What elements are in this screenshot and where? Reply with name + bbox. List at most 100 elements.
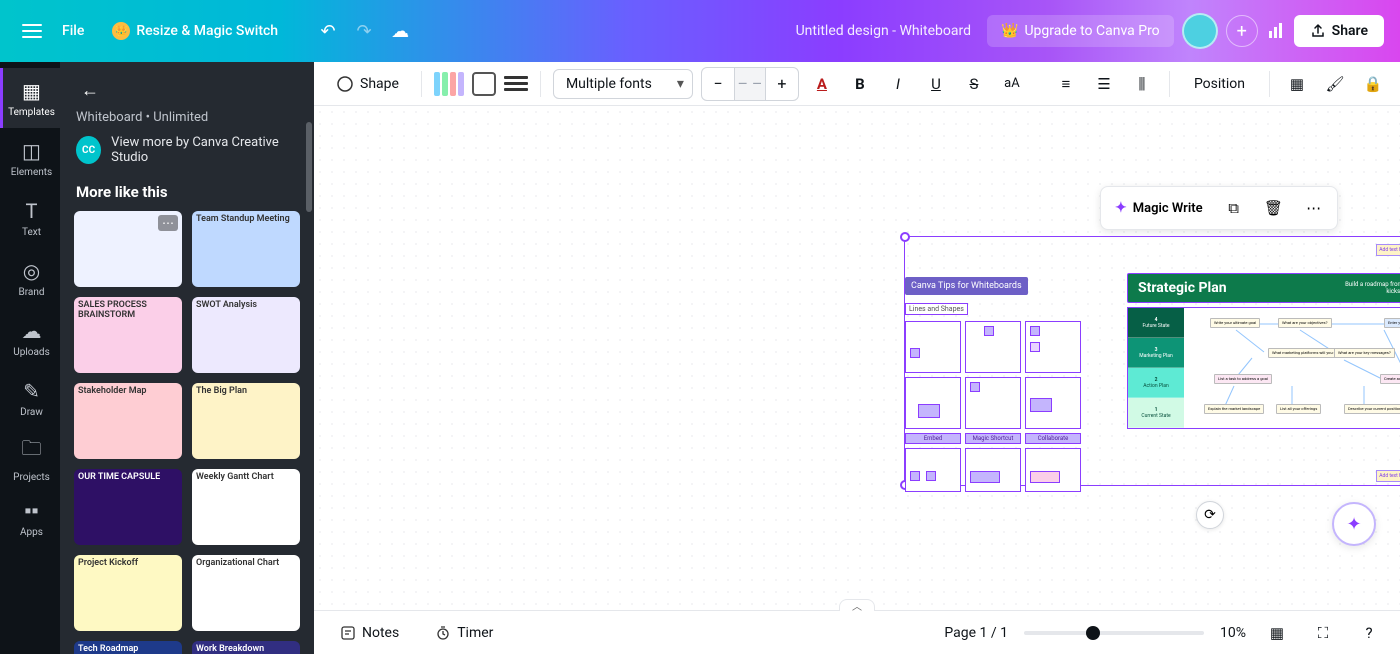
author-row[interactable]: CC View more by Canva Creative Studio (60, 125, 314, 175)
menu-icon[interactable] (16, 15, 48, 47)
position-button[interactable]: Position (1182, 70, 1257, 98)
template-thumbnail[interactable]: Team Standup Meeting (192, 211, 300, 287)
tips-cell[interactable] (905, 448, 961, 492)
notes-icon (340, 625, 356, 641)
duplicate-button[interactable]: ⧉ (1219, 193, 1249, 223)
zoom-slider[interactable] (1024, 631, 1204, 635)
nav-brand[interactable]: ◎Brand (0, 248, 60, 308)
more-options-button[interactable]: ⋯ (1299, 193, 1329, 223)
spacing-button[interactable]: ⫼ (1127, 69, 1157, 99)
help-button[interactable]: ? (1354, 618, 1384, 648)
nav-apps[interactable]: ▪▪Apps (0, 488, 60, 548)
flow-node[interactable]: Explain the market landscape (1204, 404, 1264, 414)
resize-magic-switch-button[interactable]: 👑 Resize & Magic Switch (98, 14, 292, 48)
flow-node[interactable]: Create actionable tasks for your goals (1380, 374, 1400, 384)
align-button[interactable]: ≡ (1051, 69, 1081, 99)
template-thumbnail[interactable]: OUR TIME CAPSULE (74, 469, 182, 545)
template-more-button[interactable]: ⋯ (158, 215, 178, 231)
nav-projects[interactable]: 🗀Projects (0, 428, 60, 488)
assistant-fab[interactable]: ✦ (1332, 502, 1376, 546)
border-style-button[interactable] (504, 72, 528, 96)
flow-node[interactable]: What are your key messages? (1334, 348, 1395, 358)
font-size-increase[interactable]: + (766, 68, 798, 100)
magic-write-button[interactable]: ✦ Magic Write (1109, 196, 1209, 220)
file-menu[interactable]: File (48, 15, 98, 47)
font-size-stepper[interactable]: − – – + (701, 67, 799, 101)
undo-button[interactable]: ↶ (310, 13, 346, 49)
add-collaborator-button[interactable]: + (1226, 15, 1258, 47)
tips-cell[interactable] (965, 321, 1021, 373)
collapse-chevron[interactable]: ︿ (839, 599, 875, 611)
flow-node[interactable]: What are your objectives? (1278, 318, 1332, 328)
grid-view-button[interactable]: ▦ (1262, 618, 1292, 648)
template-thumbnail[interactable]: SALES PROCESS BRAINSTORM (74, 297, 182, 373)
nav-text[interactable]: TText (0, 188, 60, 248)
template-thumbnail[interactable]: ⋯ (74, 211, 182, 287)
tips-cell[interactable] (1025, 377, 1081, 429)
lock-button[interactable]: 🔒 (1358, 69, 1388, 99)
bold-button[interactable]: B (845, 69, 875, 99)
tips-block[interactable]: Canva Tips for Whiteboards Lines and Sha… (905, 273, 1081, 492)
analytics-icon[interactable] (1258, 13, 1294, 49)
notes-button[interactable]: Notes (330, 619, 409, 647)
strikethrough-button[interactable]: S (959, 69, 989, 99)
flow-node[interactable]: Write your ultimate goal (1210, 318, 1260, 328)
document-title[interactable]: Untitled design - Whiteboard (796, 23, 971, 39)
template-thumbnail[interactable]: Project Kickoff (74, 555, 182, 631)
text-case-button[interactable]: aA (997, 69, 1027, 99)
border-color[interactable] (472, 72, 496, 96)
timer-button[interactable]: Timer (425, 619, 503, 647)
delete-button[interactable]: 🗑 (1259, 193, 1289, 223)
cloud-sync-icon[interactable]: ☁ (382, 13, 418, 49)
rotate-handle[interactable]: ⟳ (1196, 501, 1224, 529)
nav-draw[interactable]: ✎Draw (0, 368, 60, 428)
template-thumbnail[interactable]: Organizational Chart (192, 555, 300, 631)
fullscreen-button[interactable]: ⛶ (1308, 618, 1338, 648)
transparency-button[interactable]: ▦ (1282, 69, 1312, 99)
font-size-value[interactable]: – – (734, 68, 766, 100)
list-button[interactable]: ☰ (1089, 69, 1119, 99)
tips-cell[interactable] (905, 321, 961, 373)
scrollbar-thumb[interactable] (306, 122, 312, 212)
template-thumbnail[interactable]: SWOT Analysis (192, 297, 300, 373)
tips-cell[interactable] (965, 377, 1021, 429)
whiteboard-canvas[interactable]: ✦ Magic Write ⧉ 🗑 ⋯ Add text here Add te… (314, 106, 1400, 610)
tips-cell[interactable] (1025, 448, 1081, 492)
upgrade-button[interactable]: 👑 Upgrade to Canva Pro (987, 15, 1174, 47)
plan-body: 4Future State3Marketing Plan2Action Plan… (1127, 307, 1400, 429)
template-thumbnail[interactable]: Stakeholder Map (74, 383, 182, 459)
strategic-plan-block[interactable]: Strategic Plan Build a roadmap from the … (1127, 273, 1400, 429)
resize-handle-tl[interactable] (900, 232, 910, 242)
zoom-thumb[interactable] (1086, 626, 1100, 640)
fill-colors[interactable] (434, 72, 464, 96)
nav-uploads[interactable]: ☁Uploads (0, 308, 60, 368)
flow-node[interactable]: Describe your current position (1344, 404, 1400, 414)
tips-cell[interactable] (965, 448, 1021, 492)
share-button[interactable]: Share (1294, 15, 1384, 47)
template-thumbnail[interactable]: Weekly Gantt Chart (192, 469, 300, 545)
underline-button[interactable]: U (921, 69, 951, 99)
vertical-nav: ▦Templates ◫Elements TText ◎Brand ☁Uploa… (0, 62, 60, 654)
template-thumbnail[interactable]: The Big Plan (192, 383, 300, 459)
flow-node[interactable]: List a task to address a goal (1214, 374, 1272, 384)
selection-box[interactable]: ⟳ Canva Tips for Whiteboards Lines and S… (904, 236, 1400, 486)
copy-style-button[interactable]: 🖌 (1320, 69, 1350, 99)
template-thumbnail[interactable]: Tech Roadmap (74, 641, 182, 654)
tips-cell[interactable] (1025, 321, 1081, 373)
back-button[interactable]: ← (76, 76, 104, 104)
template-thumbnail[interactable]: Work Breakdown Structure (192, 641, 300, 654)
page-indicator[interactable]: Page 1 / 1 (944, 625, 1008, 641)
font-size-decrease[interactable]: − (702, 68, 734, 100)
flow-node[interactable]: List all your offerings (1276, 404, 1321, 414)
text-color-button[interactable]: A (807, 69, 837, 99)
nav-elements[interactable]: ◫Elements (0, 128, 60, 188)
font-selector[interactable]: Multiple fonts (553, 69, 693, 99)
italic-button[interactable]: I (883, 69, 913, 99)
redo-button[interactable]: ↷ (346, 13, 382, 49)
tips-cell[interactable] (905, 377, 961, 429)
flow-node[interactable]: Enter your vision (1384, 318, 1400, 328)
nav-templates[interactable]: ▦Templates (0, 68, 60, 128)
user-avatar[interactable] (1182, 13, 1218, 49)
shape-button[interactable]: Shape (326, 69, 409, 99)
zoom-value[interactable]: 10% (1220, 625, 1246, 641)
